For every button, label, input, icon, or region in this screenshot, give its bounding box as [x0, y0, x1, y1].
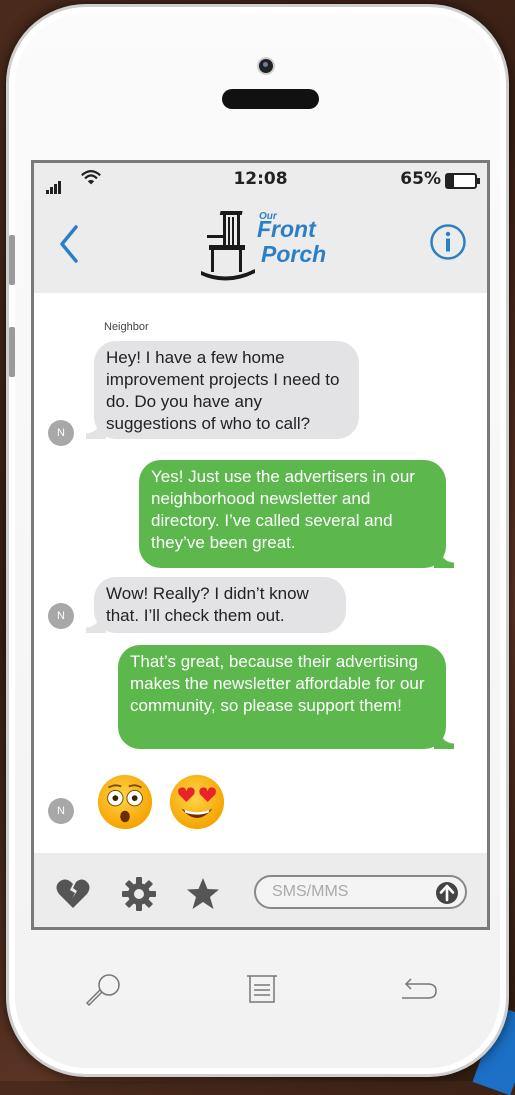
- incoming-message-bubble[interactable]: Wow! Really? I didn’t know that. I’ll ch…: [86, 577, 346, 633]
- avatar: N: [48, 798, 74, 824]
- message-text: Yes! Just use the advertisers in our nei…: [151, 467, 415, 552]
- gear-icon[interactable]: [120, 875, 158, 913]
- heart-icon[interactable]: [54, 875, 92, 913]
- heart-eyes-emoji[interactable]: [168, 773, 226, 831]
- avatar: N: [48, 420, 74, 446]
- search-icon[interactable]: [84, 970, 124, 1010]
- outgoing-message-bubble[interactable]: That’s great, because their advertising …: [118, 645, 454, 749]
- conversation-header: Our Front Porch: [34, 195, 487, 293]
- front-porch-logo: Our Front Porch: [199, 205, 329, 287]
- arrow-up-circle-icon[interactable]: [435, 881, 459, 905]
- message-thread: Neighbor Hey! I have a few home improvem…: [34, 293, 487, 853]
- battery-percent: 65%: [400, 169, 441, 189]
- volume-up-button[interactable]: [9, 235, 15, 285]
- outgoing-message-bubble[interactable]: Yes! Just use the advertisers in our nei…: [139, 460, 454, 568]
- info-icon[interactable]: [429, 223, 467, 261]
- phone-screen: 12:08 65% Our Front Porch Neighbor Hey! …: [31, 160, 490, 930]
- chevron-left-icon[interactable]: [54, 219, 84, 269]
- incoming-message-bubble[interactable]: Hey! I have a few home improvement proje…: [86, 341, 359, 439]
- battery-icon: [445, 173, 480, 189]
- menu-icon[interactable]: [242, 970, 282, 1010]
- earpiece-speaker: [222, 89, 319, 109]
- front-camera: [259, 59, 273, 73]
- logo-text-front: Front: [257, 216, 316, 242]
- volume-down-button[interactable]: [9, 327, 15, 377]
- sender-name: Neighbor: [104, 321, 149, 333]
- sms-message-input[interactable]: [270, 882, 424, 902]
- rocking-chair-icon: [201, 211, 255, 281]
- message-toolbar: [34, 853, 487, 927]
- status-bar: 12:08 65%: [34, 163, 487, 195]
- star-icon[interactable]: [184, 875, 222, 913]
- message-text: That’s great, because their advertising …: [130, 652, 425, 715]
- message-text: Hey! I have a few home improvement proje…: [106, 348, 340, 433]
- logo-text-porch: Porch: [261, 241, 327, 267]
- message-text: Wow! Really? I didn’t know that. I’ll ch…: [106, 584, 309, 625]
- back-arrow-icon[interactable]: [398, 970, 438, 1010]
- message-input-wrapper: [254, 875, 467, 909]
- avatar: N: [48, 603, 74, 629]
- flushed-face-emoji[interactable]: [96, 773, 154, 831]
